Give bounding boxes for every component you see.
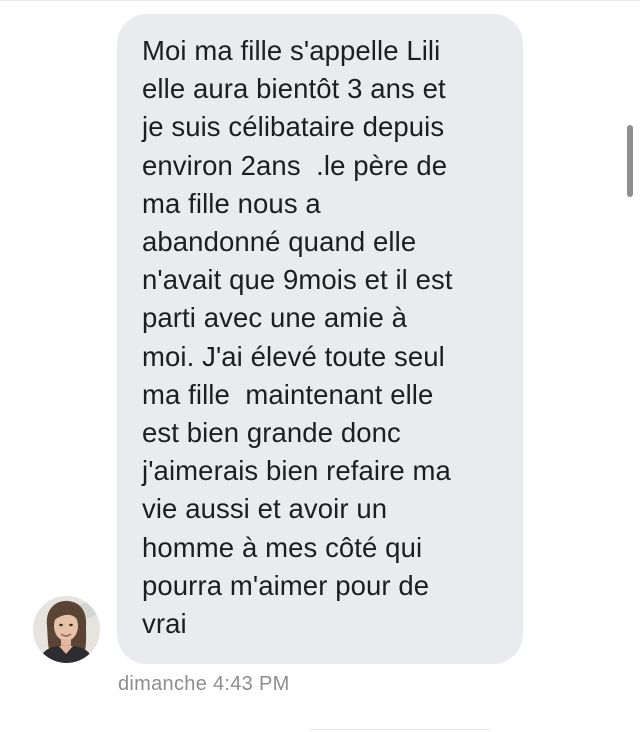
message-line: Moi ma fille s'appelle Lili bbox=[142, 35, 441, 66]
message-bubble[interactable]: Moi ma fille s'appelle Lili elle aura bi… bbox=[117, 14, 523, 664]
message-line: abandonné quand elle bbox=[142, 226, 417, 258]
message-line: j'aimerais bien refaire ma bbox=[142, 455, 451, 487]
message-line: est bien grande donc bbox=[142, 417, 401, 449]
message-line: homme à mes côté qui bbox=[142, 531, 423, 563]
message-line: pourra m'aimer pour de bbox=[142, 569, 430, 601]
message-line: elle aura bientôt 3 ans et bbox=[142, 73, 446, 105]
message-line: moi. J'ai élevé toute seul bbox=[142, 340, 445, 372]
message-line: parti avec une amie à bbox=[142, 302, 408, 334]
message-line: je suis célibataire depuis bbox=[142, 111, 445, 143]
message-line: vie aussi et avoir un bbox=[142, 493, 388, 525]
sender-avatar[interactable] bbox=[33, 596, 100, 663]
scrollbar-thumb[interactable] bbox=[627, 125, 633, 197]
message-line: environ 2ans .le père de bbox=[142, 149, 448, 181]
message-line: ma fille nous a bbox=[142, 187, 321, 219]
message-timestamp: dimanche 4:43 PM bbox=[118, 673, 290, 695]
message-line: ma fille maintenant elle bbox=[142, 378, 434, 410]
message-line: vrai bbox=[142, 608, 187, 640]
message-line: n'avait que 9mois et il est bbox=[142, 264, 453, 296]
bottom-divider bbox=[310, 729, 490, 730]
conversation-view: Moi ma fille s'appelle Lili elle aura bi… bbox=[0, 0, 640, 732]
top-divider bbox=[0, 0, 640, 1]
avatar-photo-icon bbox=[33, 596, 100, 663]
